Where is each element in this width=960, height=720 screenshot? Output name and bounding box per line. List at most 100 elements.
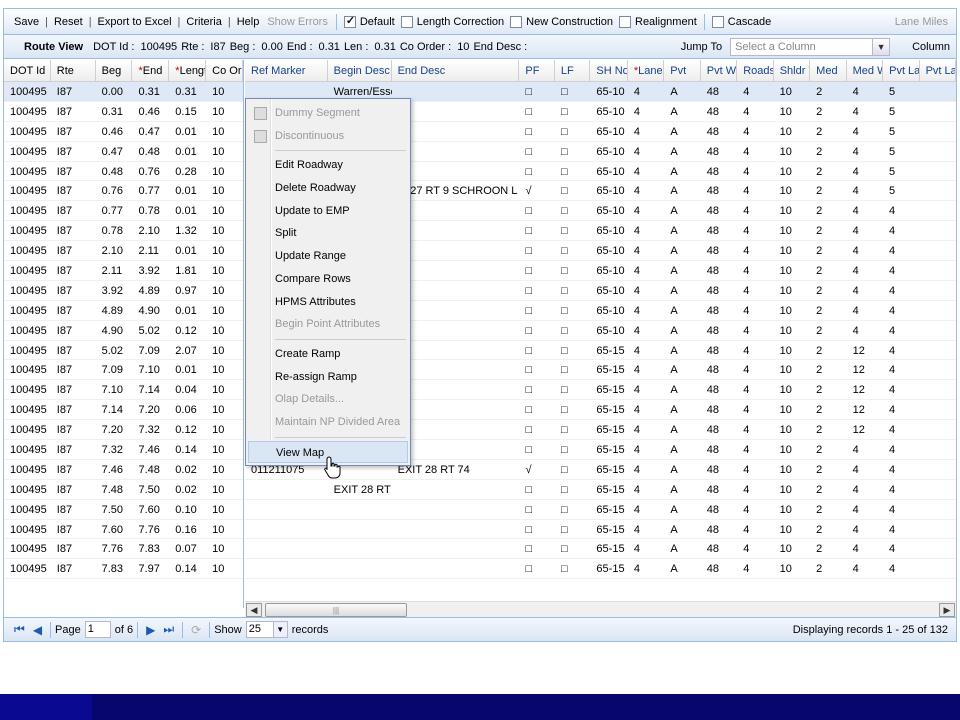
cell-med[interactable]: 2: [810, 261, 846, 280]
cell-pl1[interactable]: 4: [883, 420, 919, 439]
cell-lanes[interactable]: 4: [628, 201, 664, 220]
cell-pf[interactable]: □: [519, 281, 554, 300]
cell-medw[interactable]: 4: [847, 142, 883, 161]
table-row[interactable]: 100495 I87 7.46 7.48 0.02 10: [4, 460, 243, 480]
reset-button[interactable]: Reset: [50, 16, 87, 28]
cell-bdesc[interactable]: EXIT 28 RT 7…: [328, 480, 392, 499]
cell-lf[interactable]: □: [555, 400, 590, 419]
cell-pf[interactable]: √: [519, 460, 554, 479]
cell-pvt[interactable]: A: [664, 321, 700, 340]
table-row[interactable]: 100495 I87 0.46 0.47 0.01 10: [4, 122, 243, 142]
menu-item-delete-roadway[interactable]: Delete Roadway: [248, 177, 408, 200]
cell-end[interactable]: 0.78: [132, 201, 169, 220]
cell-pvtw[interactable]: 48: [701, 400, 737, 419]
table-row[interactable]: 100495 I87 0.31 0.46 0.15 10: [4, 102, 243, 122]
cell-end[interactable]: 0.76: [132, 162, 169, 181]
cell-pvtw[interactable]: 48: [701, 520, 737, 539]
cell-beg[interactable]: 2.10: [96, 241, 133, 260]
page-size-select[interactable]: 25 ▼: [245, 621, 288, 638]
table-row[interactable]: 100495 I87 7.83 7.97 0.14 10: [4, 559, 243, 580]
cell-sh[interactable]: 65-15: [590, 420, 627, 439]
cell-pl2[interactable]: [919, 360, 955, 379]
cell-roads[interactable]: 4: [737, 281, 773, 300]
cell-edesc[interactable]: [392, 539, 520, 558]
cell-co[interactable]: 10: [206, 82, 243, 101]
cell-pl1[interactable]: 5: [883, 181, 919, 200]
cell-co[interactable]: 10: [206, 241, 243, 260]
cell-lf[interactable]: □: [555, 460, 590, 479]
cell-pvtw[interactable]: 48: [701, 122, 737, 141]
table-row[interactable]: 100495 I87 0.00 0.31 0.31 10: [4, 82, 243, 102]
cell-sh[interactable]: 65-15: [590, 460, 627, 479]
cell-shldr[interactable]: 10: [774, 261, 810, 280]
table-row[interactable]: 100495 I87 0.47 0.48 0.01 10: [4, 142, 243, 162]
cell-pl1[interactable]: 4: [883, 341, 919, 360]
column-header-med[interactable]: Med: [810, 60, 847, 81]
cell-sh[interactable]: 65-15: [590, 520, 627, 539]
cell-shldr[interactable]: 10: [774, 82, 810, 101]
cell-pvtw[interactable]: 48: [701, 301, 737, 320]
cell-end[interactable]: 7.60: [132, 500, 169, 519]
length-correction-checkbox[interactable]: Length Correction: [398, 15, 507, 28]
table-row[interactable]: 100495 I87 4.90 5.02 0.12 10: [4, 321, 243, 341]
cell-edesc[interactable]: [392, 480, 520, 499]
cell-medw[interactable]: 4: [847, 241, 883, 260]
cell-end[interactable]: 4.89: [132, 281, 169, 300]
cell-pvt[interactable]: A: [664, 539, 700, 558]
cell-beg[interactable]: 2.11: [96, 261, 133, 280]
cell-rte[interactable]: I87: [51, 281, 96, 300]
cell-pvtw[interactable]: 48: [701, 360, 737, 379]
cell-end[interactable]: 7.09: [132, 341, 169, 360]
cell-medw[interactable]: 12: [847, 400, 883, 419]
table-row[interactable]: 100495 I87 7.09 7.10 0.01 10: [4, 360, 243, 381]
cell-sh[interactable]: 65-15: [590, 480, 627, 499]
cell-pl2[interactable]: [919, 122, 955, 141]
cell-rte[interactable]: I87: [51, 122, 96, 141]
table-row[interactable]: □ □ 65-15 4 A 48 4 10 2 4 4: [245, 539, 956, 560]
cell-len[interactable]: 0.10: [169, 500, 206, 519]
cell-edesc[interactable]: [392, 520, 520, 539]
cell-end[interactable]: 7.97: [132, 559, 169, 578]
menu-item-update-to-emp[interactable]: Update to EMP: [248, 200, 408, 223]
lane-miles-button[interactable]: Lane Miles: [895, 16, 948, 28]
cell-pl1[interactable]: 4: [883, 460, 919, 479]
cell-med[interactable]: 2: [810, 82, 846, 101]
cell-dot[interactable]: 100495: [4, 281, 51, 300]
cell-lf[interactable]: □: [555, 301, 590, 320]
cell-pvtw[interactable]: 48: [701, 460, 737, 479]
cell-lanes[interactable]: 4: [628, 341, 664, 360]
cell-lf[interactable]: □: [555, 539, 590, 558]
cell-lanes[interactable]: 4: [628, 122, 664, 141]
cell-sh[interactable]: 65-15: [590, 341, 627, 360]
show-errors-button[interactable]: Show Errors: [263, 16, 332, 28]
cell-pl1[interactable]: 4: [883, 281, 919, 300]
cell-sh[interactable]: 65-10: [590, 142, 627, 161]
cell-lf[interactable]: □: [555, 181, 590, 200]
cell-lf[interactable]: □: [555, 520, 590, 539]
cell-medw[interactable]: 4: [847, 301, 883, 320]
previous-page-icon[interactable]: ◀: [33, 623, 42, 637]
cell-len[interactable]: 0.01: [169, 201, 206, 220]
cell-roads[interactable]: 4: [737, 82, 773, 101]
cell-len[interactable]: 0.01: [169, 241, 206, 260]
cell-beg[interactable]: 0.78: [96, 221, 133, 240]
criteria-button[interactable]: Criteria: [182, 16, 225, 28]
cell-lanes[interactable]: 4: [628, 301, 664, 320]
cell-lanes[interactable]: 4: [628, 281, 664, 300]
cell-lanes[interactable]: 4: [628, 539, 664, 558]
cell-len[interactable]: 0.04: [169, 380, 206, 399]
cell-lanes[interactable]: 4: [628, 480, 664, 499]
cell-len[interactable]: 0.02: [169, 460, 206, 479]
cell-pf[interactable]: □: [519, 301, 554, 320]
cell-co[interactable]: 10: [206, 221, 243, 240]
cell-pf[interactable]: √: [519, 181, 554, 200]
cell-len[interactable]: 0.01: [169, 301, 206, 320]
menu-item-hpms-attributes[interactable]: HPMS Attributes: [248, 291, 408, 314]
cell-pl1[interactable]: 4: [883, 261, 919, 280]
cell-lanes[interactable]: 4: [628, 460, 664, 479]
cell-lanes[interactable]: 4: [628, 500, 664, 519]
cell-med[interactable]: 2: [810, 122, 846, 141]
cell-med[interactable]: 2: [810, 500, 846, 519]
cell-pvtw[interactable]: 48: [701, 420, 737, 439]
cell-sh[interactable]: 65-15: [590, 539, 627, 558]
